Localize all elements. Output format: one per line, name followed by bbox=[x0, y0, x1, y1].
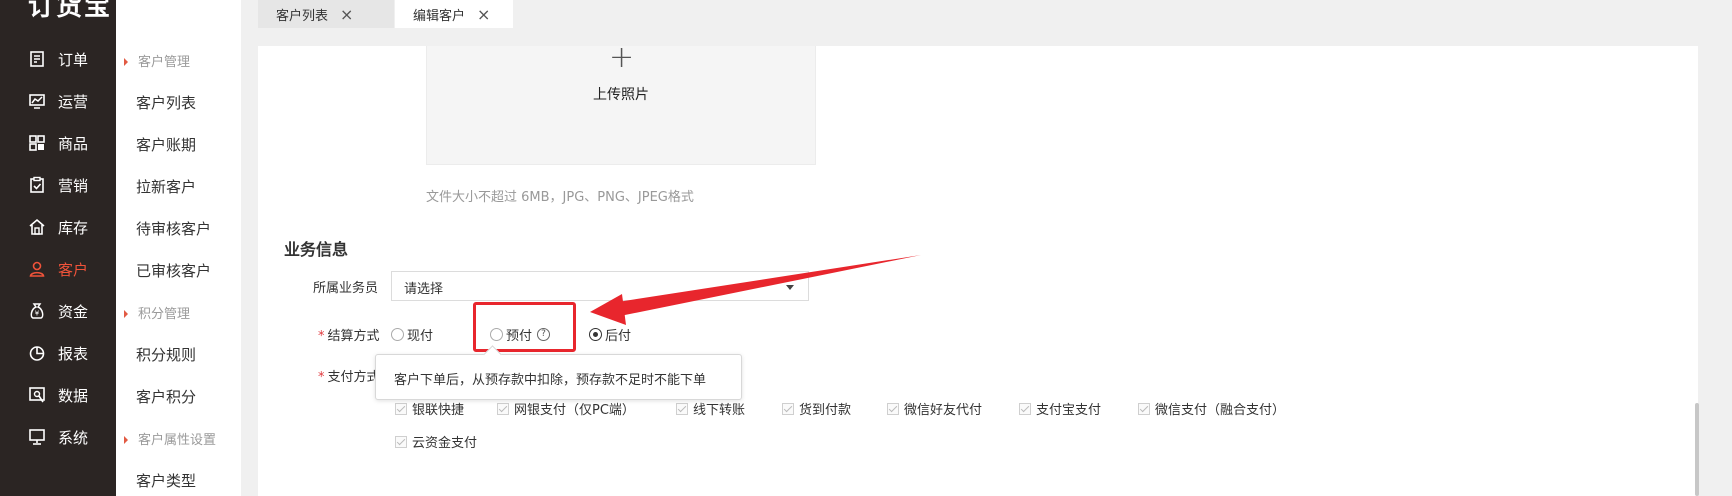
scrollbar[interactable] bbox=[1695, 403, 1699, 496]
red-arrow-annotation bbox=[590, 255, 921, 325]
